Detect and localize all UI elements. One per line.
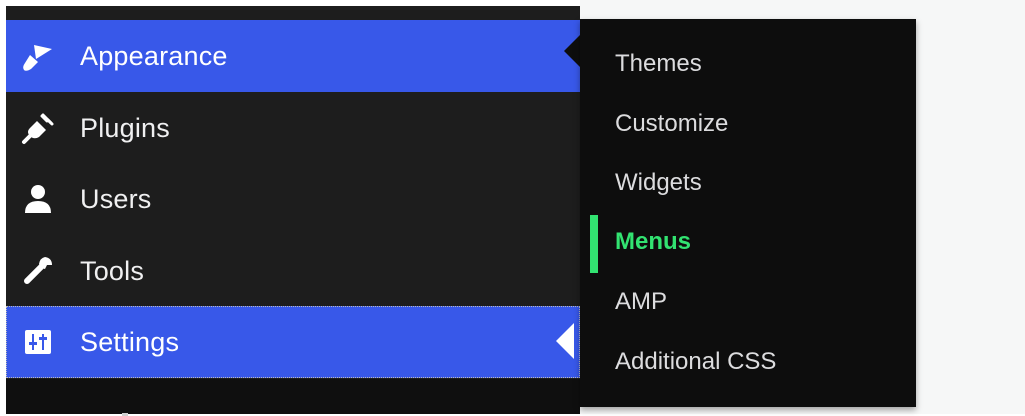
submenu-item-additional-css[interactable]: Additional CSS: [580, 340, 916, 384]
sidebar-item-label: Settings: [80, 326, 180, 357]
submenu-item-label: AMP: [615, 288, 668, 315]
sidebar-item-label: Tools: [80, 255, 145, 286]
paintbrush-icon: [20, 38, 56, 74]
submenu-item-menus[interactable]: Menus: [580, 215, 916, 273]
user-icon: [20, 181, 56, 217]
current-section-arrow: [556, 323, 574, 359]
submenu-item-label: Widgets: [615, 169, 702, 196]
sidebar-next-item[interactable]: [6, 379, 580, 416]
sidebar-item-appearance[interactable]: Appearance: [6, 20, 580, 92]
submenu-item-label: Menus: [615, 228, 692, 255]
submenu-item-label: Additional CSS: [615, 348, 777, 375]
submenu-item-label: Themes: [615, 50, 702, 77]
flyout-pointer: [564, 35, 580, 67]
sidebar-top-edge: [6, 6, 580, 20]
submenu-item-widgets[interactable]: Widgets: [580, 161, 916, 205]
sidebar-item-settings[interactable]: Settings: [6, 306, 580, 378]
wrench-icon: [20, 253, 56, 289]
sidebar-item-label: Appearance: [80, 40, 228, 71]
current-indicator: [590, 215, 598, 273]
sidebar-item-label: Users: [80, 183, 152, 214]
submenu-item-customize[interactable]: Customize: [580, 102, 916, 146]
sidebar-item-users[interactable]: Users: [6, 163, 580, 235]
sidebar-item-tools[interactable]: Tools: [6, 235, 580, 307]
sidebar-item-plugins[interactable]: Plugins: [6, 92, 580, 164]
admin-sidebar: Appearance Plugins Users Tools Settings: [6, 6, 580, 416]
appearance-submenu-flyout: Themes Customize Widgets Menus AMP Addit…: [580, 19, 916, 407]
sidebar-item-label: Plugins: [80, 112, 170, 143]
submenu-item-themes[interactable]: Themes: [580, 42, 916, 86]
settings-sliders-icon: [20, 324, 56, 360]
submenu-item-amp[interactable]: AMP: [580, 280, 916, 324]
plug-icon: [20, 110, 56, 146]
submenu-item-label: Customize: [615, 110, 729, 137]
